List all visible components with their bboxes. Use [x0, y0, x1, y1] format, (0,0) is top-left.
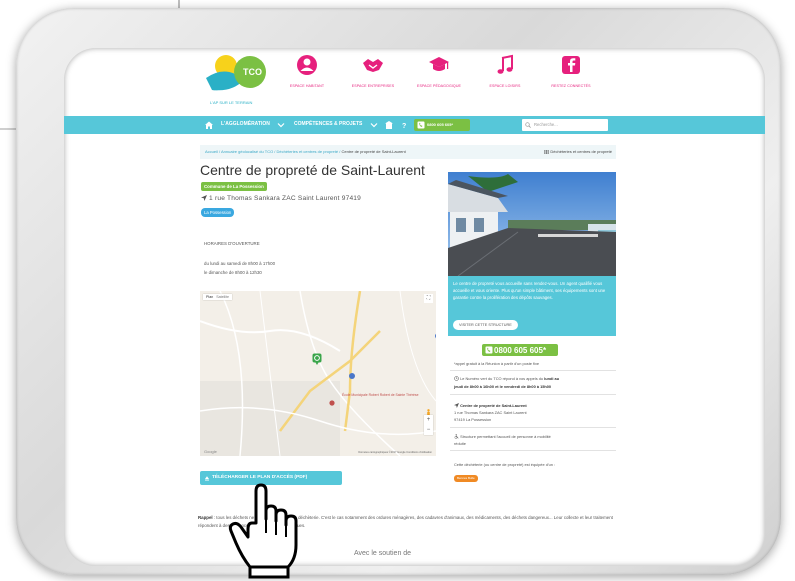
- wheelchair-icon: [454, 434, 459, 439]
- pointer-hand-icon: [228, 483, 298, 579]
- hours-weekday: du lundi au samedi de 8h00 à 17h00: [204, 261, 276, 266]
- category-link[interactable]: Déchèteries et centres de propreté: [543, 149, 612, 155]
- search-input[interactable]: Recherche...: [522, 119, 608, 131]
- screen: TCO L'AP SUR LE TERRAIN ESPACE HABITANT …: [64, 48, 765, 566]
- clock-icon: [454, 376, 459, 381]
- download-label: TÉLÉCHARGER LE PLAN D'ACCÈS (PDF): [212, 475, 308, 480]
- location-arrow-icon: [201, 195, 207, 201]
- numero-vert-line2: jeudi de 8h00 à 16h00 et le vendredi de …: [454, 383, 551, 390]
- center-address-2: 97419 La Possession: [454, 417, 492, 422]
- facebook-icon: [562, 56, 580, 74]
- device-frame: TCO L'AP SUR LE TERRAIN ESPACE HABITANT …: [16, 8, 781, 575]
- menu-agglomeration[interactable]: L'AGGLOMÉRATION: [221, 121, 270, 127]
- zoom-controls[interactable]: + −: [424, 415, 433, 435]
- zoom-out-icon[interactable]: −: [424, 425, 433, 435]
- divider: [450, 394, 616, 395]
- support-heading: Avec le soutien de: [354, 550, 412, 557]
- graduation-cap-icon: [429, 57, 449, 71]
- svg-text:?: ?: [402, 123, 406, 130]
- main-menu: L'AGGLOMÉRATION COMPÉTENCES & PROJETS ? …: [64, 116, 765, 134]
- logo-text: TCO: [243, 67, 262, 77]
- phone-button[interactable]: 0800 605 605*: [414, 119, 470, 131]
- equipment-tag[interactable]: Bennes Bulle: [454, 475, 478, 482]
- breadcrumb-current: Centre de propreté de Saint-Laurent: [341, 149, 406, 154]
- map[interactable]: Plan Satellite ⛶ École Municipale Robert …: [200, 291, 436, 456]
- visit-structure-button[interactable]: VISITER CETTE STRUCTURE: [453, 320, 518, 330]
- map-type-toggle[interactable]: Plan Satellite: [203, 294, 232, 300]
- person-icon: [297, 55, 317, 75]
- equipped-text: Cette déchèterie (ou centre de propreté)…: [454, 462, 556, 467]
- map-roads: [200, 291, 436, 456]
- breadcrumb-path[interactable]: Accueil / Annuaire géolocalisé du TCO / …: [205, 149, 406, 154]
- map-type-plan[interactable]: Plan: [206, 295, 213, 299]
- info-box: Le centre de propreté vous accueille san…: [448, 276, 616, 336]
- divider: [450, 450, 616, 451]
- numero-vert-text: Le Numéro vert du TCO répond à vos appel…: [460, 376, 544, 381]
- address-text: 1 rue Thomas Sankara ZAC Saint Laurent 9…: [209, 195, 362, 202]
- page-title: Centre de propreté de Saint-Laurent: [200, 162, 425, 178]
- search-icon: [525, 122, 531, 128]
- chevron-down-icon: [370, 123, 378, 128]
- location-arrow-icon: [454, 403, 459, 408]
- google-logo: Google: [204, 449, 217, 454]
- breadcrumb-links[interactable]: Accueil / Annuaire géolocalisé du TCO / …: [205, 149, 340, 154]
- music-note-icon: [497, 54, 513, 74]
- mobility-line2: réduite: [454, 441, 466, 446]
- commune-badge[interactable]: Commune de La Possession: [201, 182, 267, 191]
- mobility-text: Structure permettant l'accueil de person…: [460, 434, 551, 439]
- nav-label: ESPACE PÉDAGOGIQUE: [416, 84, 462, 88]
- home-icon[interactable]: [203, 119, 215, 131]
- phone-number-large[interactable]: 0800 605 605*: [482, 344, 558, 356]
- handshake-icon: [363, 59, 383, 72]
- fullscreen-icon[interactable]: ⛶: [424, 294, 433, 303]
- chevron-down-icon: [277, 123, 285, 128]
- category-label: Déchèteries et centres de propreté: [550, 149, 612, 154]
- nav-espace-loisirs[interactable]: ESPACE LOISIRS: [472, 54, 538, 88]
- header-nav: ESPACE HABITANT ESPACE ENTREPRISES ESPAC…: [274, 54, 604, 88]
- divider: [450, 427, 616, 428]
- numero-vert-hours: jeudi de 8h00 à 16h00 et le vendredi de …: [454, 384, 552, 389]
- grid-icon: [543, 149, 550, 155]
- numero-vert-line1: Le Numéro vert du TCO répond à vos appel…: [454, 375, 559, 382]
- logo-tagline: L'AP SUR LE TERRAIN: [210, 100, 253, 105]
- phone-big-number: 0800 605 605*: [494, 346, 547, 355]
- building-icon[interactable]: [384, 120, 394, 130]
- phone-note: *appel gratuit à la Réunion à partir d'u…: [454, 361, 540, 366]
- search-placeholder: Recherche...: [534, 122, 558, 127]
- help-icon[interactable]: ?: [399, 120, 409, 130]
- nav-label: ESPACE HABITANT: [289, 84, 325, 88]
- nav-espace-pedagogique[interactable]: ESPACE PÉDAGOGIQUE: [406, 54, 472, 88]
- map-poi-label: École Municipale Robert Robert de Sainte…: [342, 393, 419, 397]
- hours-title: HORAIRES D'OUVERTURE: [204, 241, 260, 246]
- breadcrumb: Accueil / Annuaire géolocalisé du TCO / …: [200, 145, 616, 159]
- nav-label: ESPACE LOISIRS: [489, 84, 521, 88]
- nav-label: ESPACE ENTREPRISES: [351, 84, 395, 88]
- nav-espace-entreprises[interactable]: ESPACE ENTREPRISES: [340, 54, 406, 88]
- phone-icon: [485, 346, 493, 354]
- tco-logo[interactable]: TCO: [204, 52, 270, 96]
- nav-restez-connectes[interactable]: RESTEZ CONNECTÉS: [538, 54, 604, 88]
- address: 1 rue Thomas Sankara ZAC Saint Laurent 9…: [201, 195, 361, 202]
- zoom-in-icon[interactable]: +: [424, 415, 433, 425]
- center-name-line: Centre de propreté de Saint-Laurent: [454, 402, 527, 409]
- facility-photo[interactable]: [448, 172, 616, 276]
- nav-espace-habitant[interactable]: ESPACE HABITANT: [274, 54, 340, 88]
- phone-icon: [417, 121, 425, 129]
- map-attribution: Données cartographiques ©2017 Google Con…: [358, 451, 432, 454]
- nav-label: RESTEZ CONNECTÉS: [551, 84, 591, 88]
- download-icon: [205, 476, 209, 481]
- map-marker-icon[interactable]: [312, 353, 322, 365]
- city-badge[interactable]: La Possession: [201, 208, 235, 217]
- menu-competences[interactable]: COMPÉTENCES & PROJETS: [294, 121, 362, 127]
- hours-sunday: le dimanche de 8h00 à 12h30: [204, 270, 262, 275]
- center-address-1: 1 rue Thomas Sankara ZAC Saint Laurent: [454, 410, 527, 415]
- numero-vert-bold: lundi au: [544, 376, 560, 381]
- map-type-satellite[interactable]: Satellite: [216, 295, 229, 299]
- phone-number: 0800 605 605*: [427, 122, 454, 127]
- info-text: Le centre de propreté vous accueille san…: [453, 281, 606, 300]
- center-name: Centre de propreté de Saint-Laurent: [460, 403, 527, 408]
- rappel-bold: Rappel: [198, 515, 213, 520]
- mobility-line1: Structure permettant l'accueil de person…: [454, 433, 551, 440]
- divider: [450, 370, 616, 371]
